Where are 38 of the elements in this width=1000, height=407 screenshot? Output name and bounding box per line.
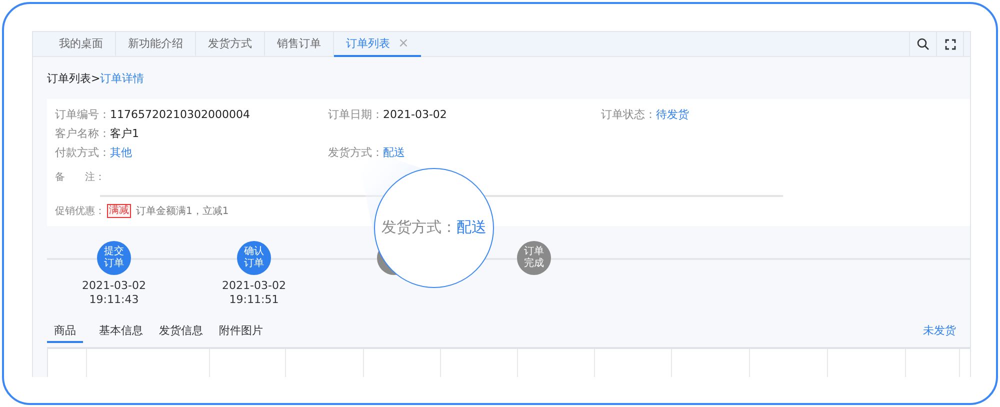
magnified-value: 配送 bbox=[456, 218, 486, 236]
field-label: 订单编号： bbox=[55, 108, 110, 121]
field-label: 订单状态： bbox=[601, 108, 656, 121]
field-value[interactable]: 待发货 bbox=[656, 108, 689, 121]
promo-label: 促销优惠： bbox=[55, 204, 105, 218]
shipping-status[interactable]: 未发货 bbox=[923, 323, 956, 343]
step-circle: 提交订单 bbox=[97, 241, 131, 275]
breadcrumb-separator: > bbox=[91, 72, 100, 84]
tab[interactable]: 订单列表 × bbox=[334, 32, 421, 57]
field-value: 2021-03-02 bbox=[383, 108, 447, 121]
field-label: 订单日期： bbox=[328, 108, 383, 121]
fullscreen-icon[interactable] bbox=[944, 38, 956, 50]
detail-tab[interactable]: 基本信息 bbox=[99, 323, 143, 343]
field-label: 客户名称： bbox=[55, 127, 110, 140]
field-value[interactable]: 配送 bbox=[383, 146, 405, 159]
step-circle: 确认订单 bbox=[237, 241, 271, 275]
field-label: 发货方式： bbox=[328, 146, 383, 159]
step-circle: 订单完成 bbox=[517, 241, 551, 275]
detail-tab[interactable]: 发货信息 bbox=[159, 323, 203, 343]
detail-tab[interactable]: 商品 bbox=[47, 323, 83, 343]
tab[interactable]: 销售订单 bbox=[265, 32, 334, 57]
field-label: 付款方式： bbox=[55, 146, 110, 159]
step-time: 2021-03-02 19:11:51 bbox=[222, 279, 286, 307]
breadcrumb-link[interactable]: 订单列表 bbox=[47, 70, 91, 86]
detail-tab[interactable]: 附件图片 bbox=[219, 323, 263, 343]
field-value: 11765720210302000004 bbox=[110, 108, 250, 121]
tab[interactable]: 新功能介绍 bbox=[116, 32, 196, 57]
breadcrumb-current: 订单详情 bbox=[100, 70, 144, 86]
field-value: 客户1 bbox=[110, 127, 139, 140]
tab[interactable]: 发货方式 bbox=[196, 32, 265, 57]
tab[interactable]: 我的桌面 bbox=[47, 32, 116, 57]
promo-text: 订单金额满1，立减1 bbox=[136, 204, 229, 218]
search-icon[interactable] bbox=[917, 38, 929, 50]
magnified-label: 发货方式： bbox=[382, 218, 456, 236]
promo-tag: 满减 bbox=[107, 204, 131, 218]
field-value[interactable]: 其他 bbox=[110, 146, 132, 159]
remark-label: 备 注： bbox=[55, 170, 100, 185]
step-time: 2021-03-02 19:11:43 bbox=[82, 279, 146, 307]
